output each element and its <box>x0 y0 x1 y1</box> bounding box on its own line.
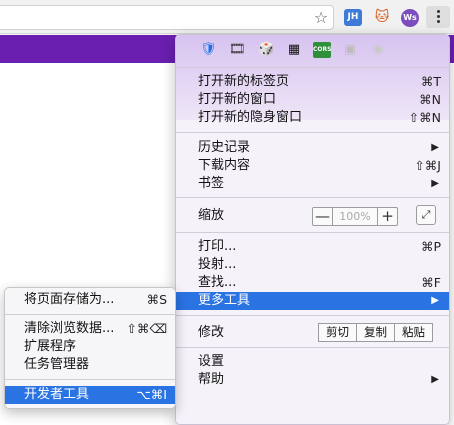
history-label: 历史记录 <box>198 140 251 155</box>
task-manager-item[interactable]: 任务管理器 <box>5 356 175 374</box>
find-shortcut: ⌘F <box>421 275 441 290</box>
new-incognito-window-item[interactable]: 打开新的隐身窗口 ⇧⌘N <box>176 109 449 127</box>
zoom-control: — 100% + <box>312 207 398 226</box>
address-bar[interactable]: ☆ <box>0 5 334 30</box>
film-extension-icon[interactable]: 🎞 <box>229 42 246 58</box>
cors-extension-icon[interactable]: CORS <box>313 42 331 58</box>
developer-tools-shortcut: ⌥⌘I <box>136 387 167 402</box>
chrome-main-menu: 🛡 🎞 🎲 ▦ CORS ▣ ◉ 打开新的标签页 ⌘T 打开新的窗口 ⌘N 打开… <box>175 34 450 425</box>
downloads-label: 下载内容 <box>198 158 251 173</box>
submenu-arrow-icon: ▶ <box>431 178 439 189</box>
print-item[interactable]: 打印... ⌘P <box>176 238 449 256</box>
new-tab-shortcut: ⌘T <box>420 74 441 89</box>
help-label: 帮助 <box>198 372 225 387</box>
zoom-label: 缩放 <box>198 208 225 223</box>
new-window-label: 打开新的窗口 <box>198 92 277 107</box>
cloud-extension-icon[interactable]: ◉ <box>370 42 386 58</box>
fullscreen-icon[interactable]: ⤢ <box>416 205 436 225</box>
copy-button[interactable]: 复制 <box>357 323 395 342</box>
submenu-arrow-icon: ▶ <box>431 142 439 153</box>
menu-kebab-icon[interactable] <box>426 6 450 28</box>
browser-toolbar: ☆ JH 🐱 Ws <box>0 0 454 34</box>
menu-divider <box>176 232 449 233</box>
menu-divider <box>5 314 175 315</box>
submenu-arrow-icon: ▶ <box>431 374 439 385</box>
menu-extension-icons: 🛡 🎞 🎲 ▦ CORS ▣ ◉ <box>176 35 449 65</box>
clear-data-label: 清除浏览数据... <box>24 321 115 336</box>
disabled-extension-icon[interactable]: ▣ <box>342 42 358 58</box>
zoom-in-button[interactable]: + <box>377 208 397 225</box>
save-page-label: 将页面存储为... <box>24 292 115 307</box>
browser-window: ☆ JH 🐱 Ws 🛡 🎞 🎲 ▦ CORS ▣ ◉ 打开新的标签页 ⌘T 打开… <box>0 0 454 425</box>
new-incognito-shortcut: ⇧⌘N <box>408 110 441 125</box>
menu-divider <box>176 67 449 68</box>
settings-item[interactable]: 设置 <box>176 353 449 371</box>
submenu-arrow-icon: ▶ <box>431 295 439 306</box>
developer-tools-label: 开发者工具 <box>24 387 90 402</box>
print-label: 打印... <box>198 239 237 254</box>
cast-item[interactable]: 投射... <box>176 256 449 274</box>
find-item[interactable]: 查找... ⌘F <box>176 274 449 292</box>
clear-browsing-data-item[interactable]: 清除浏览数据... ⇧⌘⌫ <box>5 320 175 338</box>
cut-button[interactable]: 剪切 <box>318 323 357 342</box>
history-item[interactable]: 历史记录 ▶ <box>176 139 449 157</box>
clear-data-shortcut: ⇧⌘⌫ <box>126 321 167 336</box>
downloads-item[interactable]: 下载内容 ⇧⌘J <box>176 157 449 175</box>
new-incognito-label: 打开新的隐身窗口 <box>198 110 303 125</box>
save-page-shortcut: ⌘S <box>146 292 167 307</box>
edit-row: 修改 剪切 复制 粘贴 <box>176 323 449 342</box>
settings-label: 设置 <box>198 354 225 369</box>
jh-extension-icon[interactable]: JH <box>344 9 362 26</box>
bookmarks-label: 书签 <box>198 176 225 191</box>
extensions-item[interactable]: 扩展程序 <box>5 338 175 356</box>
bookmark-star-icon[interactable]: ☆ <box>312 9 330 27</box>
menu-divider <box>176 197 449 198</box>
paste-button[interactable]: 粘贴 <box>395 323 433 342</box>
new-window-shortcut: ⌘N <box>419 92 441 107</box>
new-tab-item[interactable]: 打开新的标签页 ⌘T <box>176 73 449 91</box>
cast-label: 投射... <box>198 257 237 272</box>
qr-code-extension-icon[interactable]: ▦ <box>286 42 302 58</box>
edit-label: 修改 <box>198 325 225 340</box>
print-shortcut: ⌘P <box>420 239 441 254</box>
zoom-row: 缩放 — 100% + ⤢ <box>176 205 449 226</box>
more-tools-submenu: 将页面存储为... ⌘S 清除浏览数据... ⇧⌘⌫ 扩展程序 任务管理器 开发… <box>4 287 176 409</box>
task-manager-label: 任务管理器 <box>24 357 90 372</box>
menu-divider <box>176 347 449 348</box>
menu-divider <box>176 132 449 133</box>
zoom-out-button[interactable]: — <box>313 208 333 225</box>
zoom-level: 100% <box>339 210 371 223</box>
menu-divider <box>5 379 175 380</box>
find-label: 查找... <box>198 275 237 290</box>
new-window-item[interactable]: 打开新的窗口 ⌘N <box>176 91 449 109</box>
menu-divider <box>176 315 449 316</box>
more-tools-label: 更多工具 <box>198 293 251 308</box>
bookmarks-item[interactable]: 书签 ▶ <box>176 175 449 193</box>
cat-extension-icon[interactable]: 🐱 <box>373 9 391 26</box>
extensions-label: 扩展程序 <box>24 339 77 354</box>
ws-extension-icon[interactable]: Ws <box>401 9 419 27</box>
dice-extension-icon[interactable]: 🎲 <box>258 42 274 58</box>
downloads-shortcut: ⇧⌘J <box>414 158 441 173</box>
developer-tools-item[interactable]: 开发者工具 ⌥⌘I <box>5 386 175 404</box>
save-page-item[interactable]: 将页面存储为... ⌘S <box>5 291 175 309</box>
new-tab-label: 打开新的标签页 <box>198 74 290 89</box>
help-item[interactable]: 帮助 ▶ <box>176 371 449 389</box>
more-tools-item[interactable]: 更多工具 ▶ <box>176 292 449 310</box>
shield-extension-icon[interactable]: 🛡 <box>200 42 217 58</box>
